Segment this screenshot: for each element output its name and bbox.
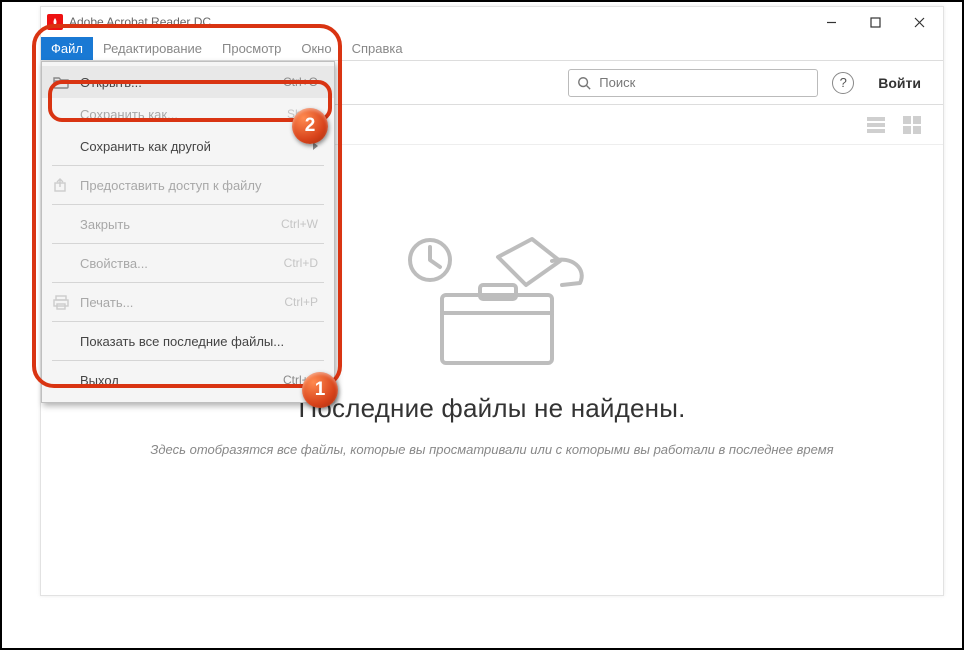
menu-window[interactable]: Окно [291,37,341,60]
submenu-arrow-icon [313,142,318,150]
menu-item-label: Сохранить как другой [80,139,303,154]
file-menu-dropdown: Открыть...Ctrl+OСохранить как...Shift+Со… [41,61,335,403]
menu-item-label: Показать все последние файлы... [80,334,318,349]
menu-item-label: Выход [80,373,273,388]
acrobat-logo-icon [47,14,63,30]
menu-file[interactable]: Файл [41,37,93,60]
window-controls [809,7,941,37]
search-input[interactable]: Поиск [568,69,818,97]
menu-item-icon-placeholder [52,254,70,272]
menu-item-shortcut: Ctrl+D [284,256,318,270]
search-icon [577,76,591,90]
menu-item[interactable]: Сохранить как другой [42,130,334,162]
menu-item-shortcut: Ctrl+W [281,217,318,231]
menu-item-label: Печать... [80,295,274,310]
menu-item-label: Предоставить доступ к файлу [80,178,318,193]
menu-item: Свойства... Ctrl+D [42,247,334,279]
menu-item: Сохранить как... Shift+ [42,98,334,130]
menubar: Файл Редактирование Просмотр Окно Справк… [41,37,943,61]
menu-item[interactable]: Показать все последние файлы... [42,325,334,357]
menu-item-shortcut: Ctrl+O [283,75,318,89]
minimize-button[interactable] [809,7,853,37]
help-button[interactable]: ? [832,72,854,94]
menu-item-shortcut: Ctrl+Q [283,373,318,387]
printer-icon [52,293,70,311]
app-window: Adobe Acrobat Reader DC Файл Редактирова… [40,6,944,596]
folder-open-icon [52,73,70,91]
menu-help[interactable]: Справка [342,37,413,60]
menu-item-icon-placeholder [52,105,70,123]
close-button[interactable] [897,7,941,37]
menu-item[interactable]: Открыть... Ctrl+O [42,66,334,98]
menu-item[interactable]: Выход Ctrl+Q [42,364,334,396]
window-title: Adobe Acrobat Reader DC [69,15,211,29]
menu-separator [52,204,324,205]
menu-view[interactable]: Просмотр [212,37,291,60]
menu-separator [52,243,324,244]
empty-state-illustration-icon [372,225,612,385]
menu-item-icon-placeholder [52,371,70,389]
menu-item-label: Сохранить как... [80,107,277,122]
empty-state-subline: Здесь отобразятся все файлы, которые вы … [150,442,833,457]
menu-item-label: Открыть... [80,75,273,90]
menu-item-shortcut: Ctrl+P [284,295,318,309]
menu-separator [52,321,324,322]
menu-item-shortcut: Shift+ [287,107,318,121]
search-placeholder: Поиск [599,75,635,90]
list-view-button[interactable] [865,114,887,136]
menu-item: Закрыть Ctrl+W [42,208,334,240]
share-icon [52,176,70,194]
empty-state-headline: Последние файлы не найдены. [298,393,685,424]
menu-item-icon-placeholder [52,332,70,350]
menu-item: Печать... Ctrl+P [42,286,334,318]
menu-item-label: Закрыть [80,217,271,232]
maximize-button[interactable] [853,7,897,37]
menu-separator [52,360,324,361]
grid-view-button[interactable] [901,114,923,136]
titlebar: Adobe Acrobat Reader DC [41,7,943,37]
login-button[interactable]: Войти [868,69,931,97]
menu-item: Предоставить доступ к файлу [42,169,334,201]
menu-separator [52,165,324,166]
menu-item-icon-placeholder [52,137,70,155]
menu-item-icon-placeholder [52,215,70,233]
menu-separator [52,282,324,283]
menu-item-label: Свойства... [80,256,274,271]
menu-edit[interactable]: Редактирование [93,37,212,60]
